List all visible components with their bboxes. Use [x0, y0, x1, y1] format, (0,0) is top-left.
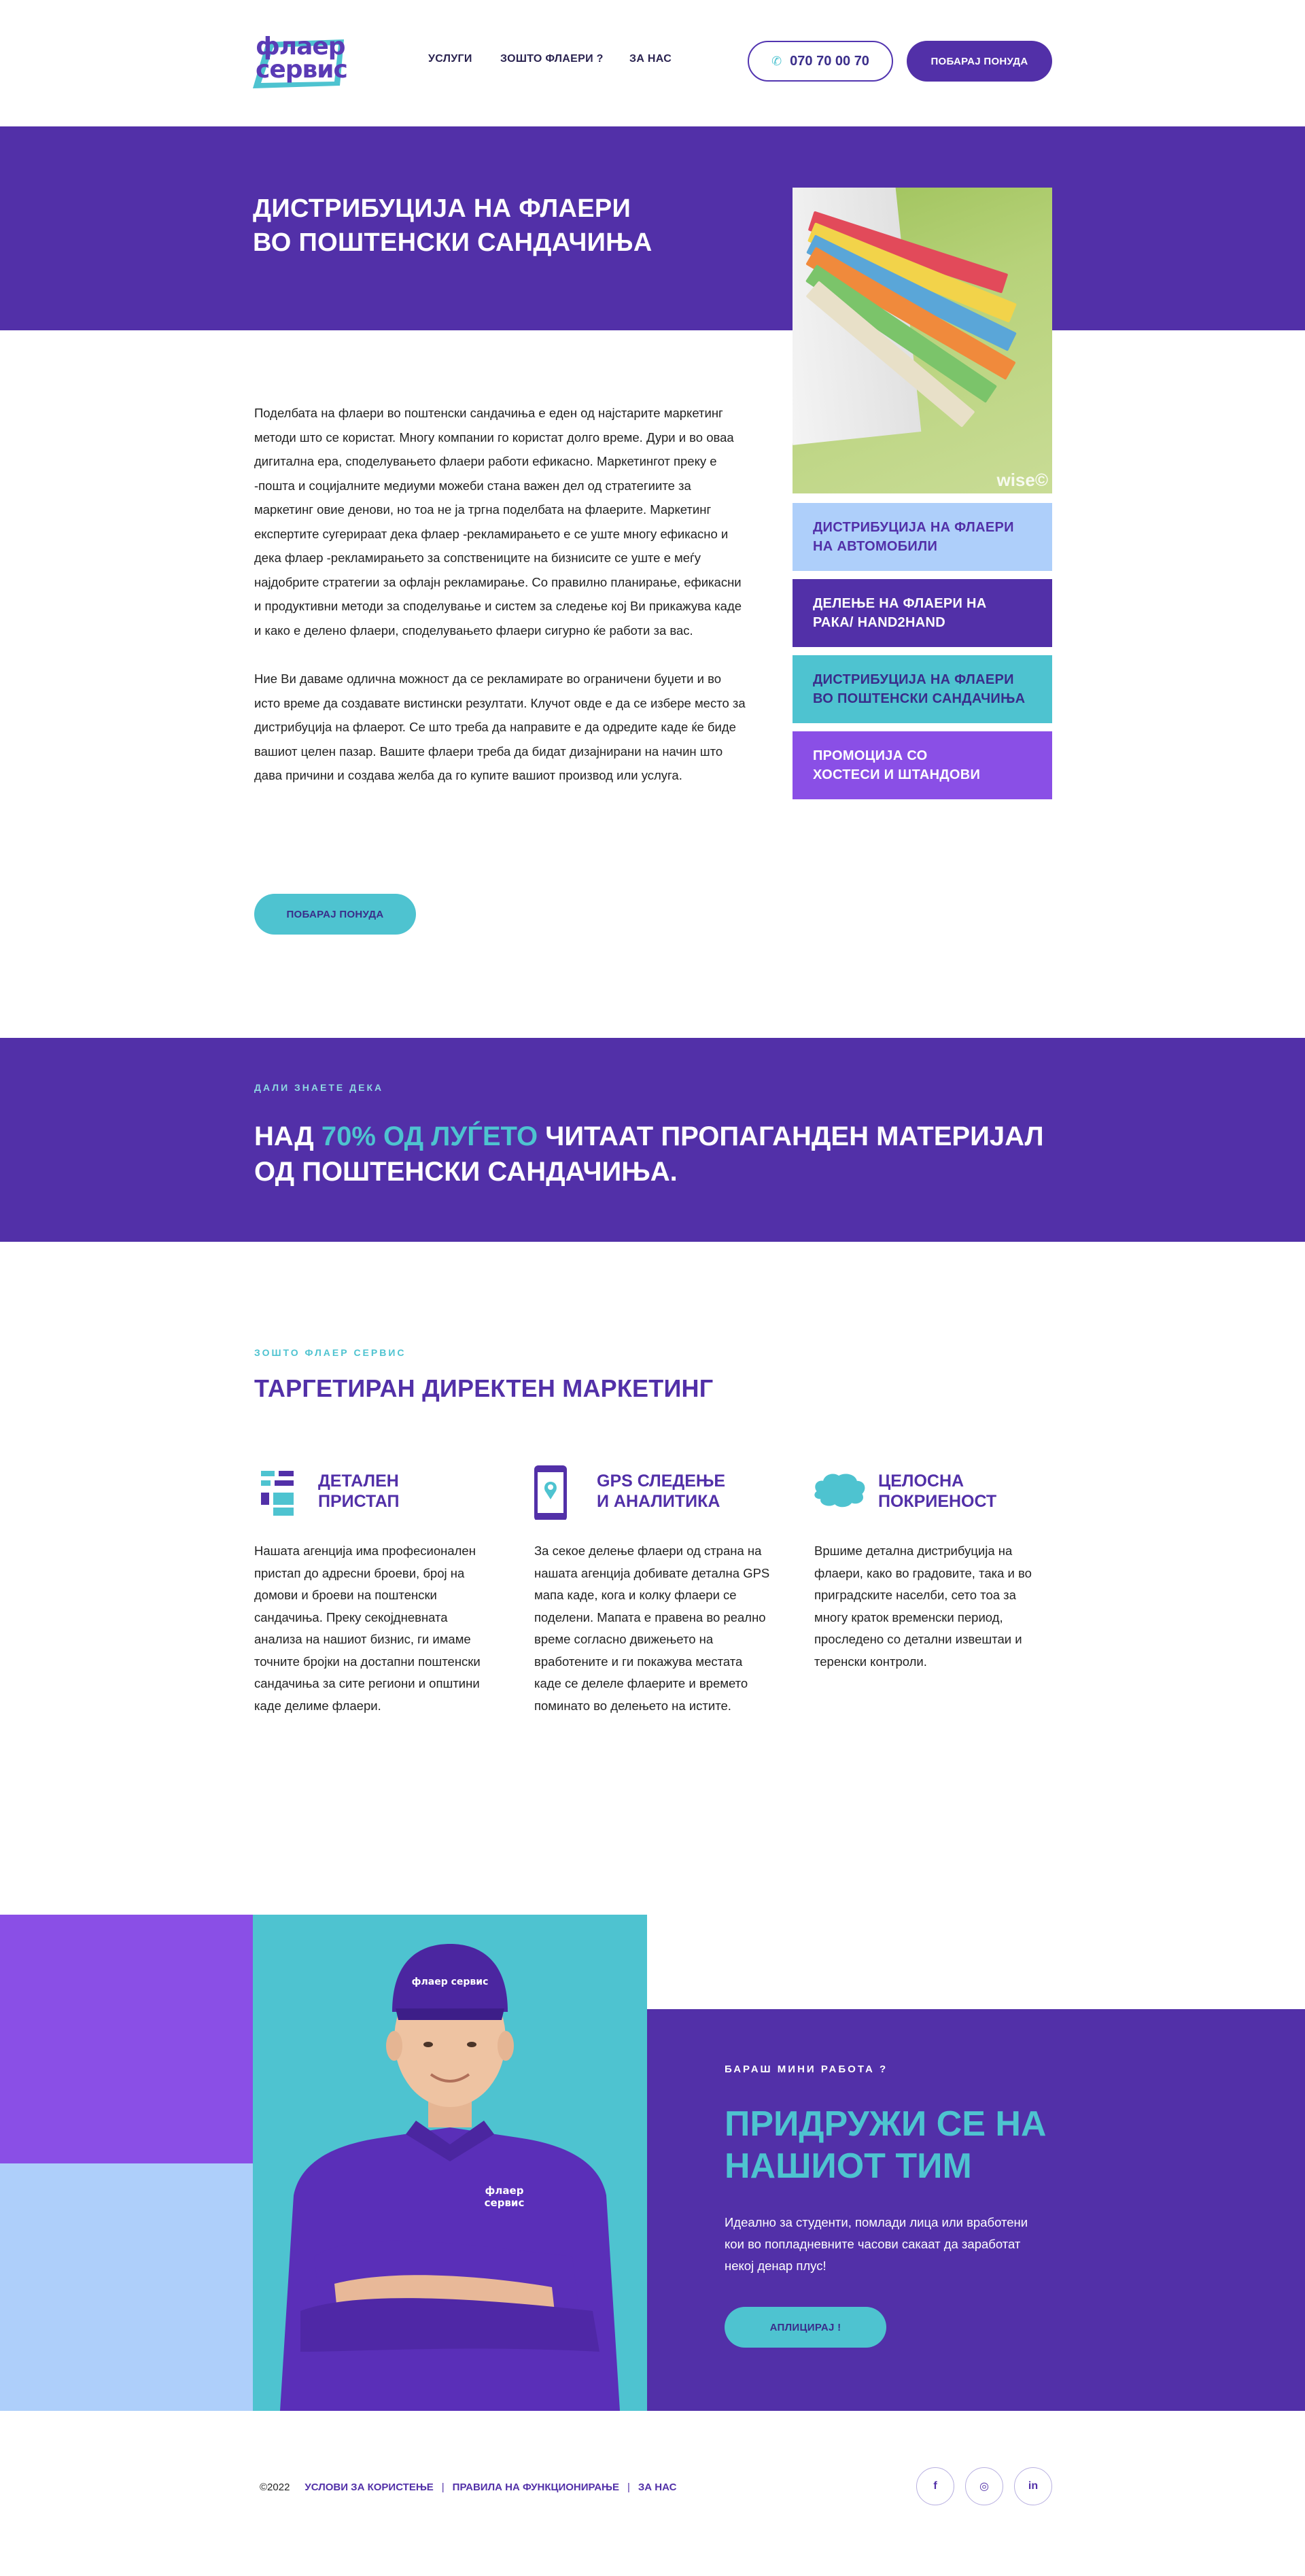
feature-heading-line1: GPS СЛЕДЕЊЕ [597, 1472, 726, 1491]
facebook-icon[interactable]: f [916, 2467, 954, 2505]
nav-services[interactable]: УСЛУГИ [428, 53, 472, 65]
service-link-label: ДИСТРИБУЦИЈА НА ФЛАЕРИ НА АВТОМОБИЛИ [813, 518, 1014, 556]
service-label-line1: ДИСТРИБУЦИЈА НА ФЛАЕРИ [813, 672, 1014, 687]
feature-heading: GPS СЛЕДЕЊЕ И АНАЛИТИКА [597, 1471, 725, 1512]
service-label-line1: ДИСТРИБУЦИЈА НА ФЛАЕРИ [813, 520, 1014, 535]
service-label-line2: РАКА/ HAND2HAND [813, 615, 945, 630]
paragraph: Поделбата на флаери во поштенски сандачи… [254, 406, 742, 638]
decor-block-lightblue [0, 2163, 253, 2411]
service-label-line1: ПРОМОЦИЈА СО [813, 748, 928, 763]
service-link[interactable]: ПРОМОЦИЈА СО ХОСТЕСИ И ШТАНДОВИ [793, 731, 1052, 799]
service-link[interactable]: ДЕЛЕЊЕ НА ФЛАЕРИ НА РАКА/ HAND2HAND [793, 579, 1052, 647]
nav-about[interactable]: ЗА НАС [629, 53, 672, 65]
fact-highlight: 70% ОД ЛУЃЕТО [321, 1121, 538, 1151]
service-label-line2: ВО ПОШТЕНСКИ САНДАЧИЊА [813, 691, 1026, 706]
phone-icon: ✆ [771, 54, 782, 68]
footer-link-terms[interactable]: УСЛОВИ ЗА КОРИСТЕЊЕ [304, 2482, 433, 2493]
linkedin-icon[interactable]: in [1014, 2467, 1052, 2505]
footer-link-about[interactable]: ЗА НАС [638, 2482, 677, 2493]
service-link-label: ДЕЛЕЊЕ НА ФЛАЕРИ НА РАКА/ HAND2HAND [813, 594, 987, 632]
svg-text:сервис: сервис [485, 2197, 525, 2209]
request-offer-button[interactable]: ПОБАРАЈ ПОНУДА [907, 41, 1052, 82]
why-title: ТАРГЕТИРАН ДИРЕКТЕН МАРКЕТИНГ [254, 1374, 714, 1402]
footer-links: ©2022 УСЛОВИ ЗА КОРИСТЕЊЕ | ПРАВИЛА НА Ф… [260, 2482, 676, 2493]
worker-photo: флаер сервис флаер сервис [280, 1944, 620, 2411]
feature-heading-line1: ЦЕЛОСНА [878, 1472, 964, 1491]
footer-separator: | [627, 2482, 630, 2493]
map-icon [814, 1474, 865, 1508]
services-list: ДИСТРИБУЦИЈА НА ФЛАЕРИ НА АВТОМОБИЛИ ДЕЛЕЊ… [793, 503, 1052, 807]
service-link-label: ДИСТРИБУЦИЈА НА ФЛАЕРИ ВО ПОШТЕНСКИ САНДА… [813, 670, 1025, 708]
paragraph: Ние Ви даваме одлична можност да се рекл… [254, 672, 746, 782]
logo-line2: сервис [256, 56, 348, 84]
feature-heading: ДЕТАЛЕН ПРИСТАП [318, 1471, 399, 1512]
decor-block-violet [0, 1915, 253, 2163]
service-label-line2: ХОСТЕСИ И ШТАНДОВИ [813, 767, 981, 782]
logo-text: флаер сервис [256, 33, 348, 84]
fact-headline: НАД 70% ОД ЛУЃЕТО ЧИТААТ ПРОПАГАНДЕН МАТ… [254, 1119, 1070, 1189]
svg-text:флаер: флаер [485, 2185, 524, 2197]
page-title-line2: ВО ПОШТЕНСКИ САНДАЧИЊА [253, 228, 652, 257]
page-title: ДИСТРИБУЦИЈА НА ФЛАЕРИ ВО ПОШТЕНСКИ САНД… [253, 192, 769, 260]
footer-separator: | [441, 2482, 445, 2493]
mailbox-flyers-photo: wise© [793, 188, 1052, 493]
fact-kicker: ДАЛИ ЗНАЕТЕ ДЕКА [254, 1082, 384, 1093]
service-link[interactable]: ДИСТРИБУЦИЈА НА ФЛАЕРИ НА АВТОМОБИЛИ [793, 503, 1052, 571]
phone-button[interactable]: ✆ 070 70 00 70 [748, 41, 893, 82]
why-kicker: ЗОШТО ФЛАЕР СЕРВИС [254, 1347, 406, 1358]
apply-button[interactable]: АПЛИЦИРАЈ ! [725, 2307, 886, 2348]
request-offer-cta[interactable]: ПОБАРАЈ ПОНУДА [254, 894, 416, 935]
feature-text: Нашата агенција има професионален приста… [254, 1544, 481, 1713]
body-text: Поделбата на флаери во поштенски сандачи… [254, 401, 750, 812]
feature-heading: ЦЕЛОСНА ПОКРИЕНОСТ [878, 1471, 996, 1512]
service-label-line1: ДЕЛЕЊЕ НА ФЛАЕРИ НА [813, 596, 987, 611]
join-kicker: БАРАШ МИНИ РАБОТА ? [725, 2064, 888, 2075]
photo-watermark: wise© [996, 470, 1048, 490]
service-link[interactable]: ДИСТРИБУЦИЈА НА ФЛАЕРИ ВО ПОШТЕНСКИ САНДА… [793, 655, 1052, 723]
instagram-icon[interactable]: ◎ [965, 2467, 1003, 2505]
join-title-line1: ПРИДРУЖИ СЕ НА [725, 2104, 1047, 2144]
feature-heading-line2: И АНАЛИТИКА [597, 1492, 720, 1511]
feature-heading-line2: ПОКРИЕНОСТ [878, 1492, 997, 1511]
feature-heading-line2: ПРИСТАП [318, 1492, 400, 1511]
list-icon [261, 1471, 294, 1516]
page-title-line1: ДИСТРИБУЦИЈА НА ФЛАЕРИ [253, 194, 631, 223]
logo-line1: флаер [256, 33, 346, 60]
feature-heading-line1: ДЕТАЛЕН [318, 1472, 399, 1491]
join-text: Идеално за студенти, помлади лица или вр… [725, 2215, 1028, 2273]
fact-prefix: НАД [254, 1121, 321, 1151]
feature-text: Вршиме детална дистрибуција на флаери, к… [814, 1544, 1032, 1669]
phone-number: 070 70 00 70 [790, 53, 869, 69]
service-link-label: ПРОМОЦИЈА СО ХОСТЕСИ И ШТАНДОВИ [813, 746, 980, 784]
logo[interactable]: флаер сервис [253, 33, 351, 90]
join-title-line2: НАШИОТ ТИМ [725, 2146, 972, 2186]
footer-link-rules[interactable]: ПРАВИЛА НА ФУНКЦИОНИРАЊЕ [453, 2482, 619, 2493]
feature-text: За секое делење флаери од страна на наша… [534, 1544, 770, 1713]
cap-logo: флаер сервис [412, 1977, 489, 1987]
join-title: ПРИДРУЖИ СЕ НА НАШИОТ ТИМ [725, 2103, 1046, 2187]
phone-gps-icon [534, 1465, 567, 1520]
copyright: ©2022 [260, 2482, 290, 2493]
service-label-line2: НА АВТОМОБИЛИ [813, 539, 938, 554]
nav-why-flyers[interactable]: ЗОШТО ФЛАЕРИ ? [500, 53, 604, 65]
